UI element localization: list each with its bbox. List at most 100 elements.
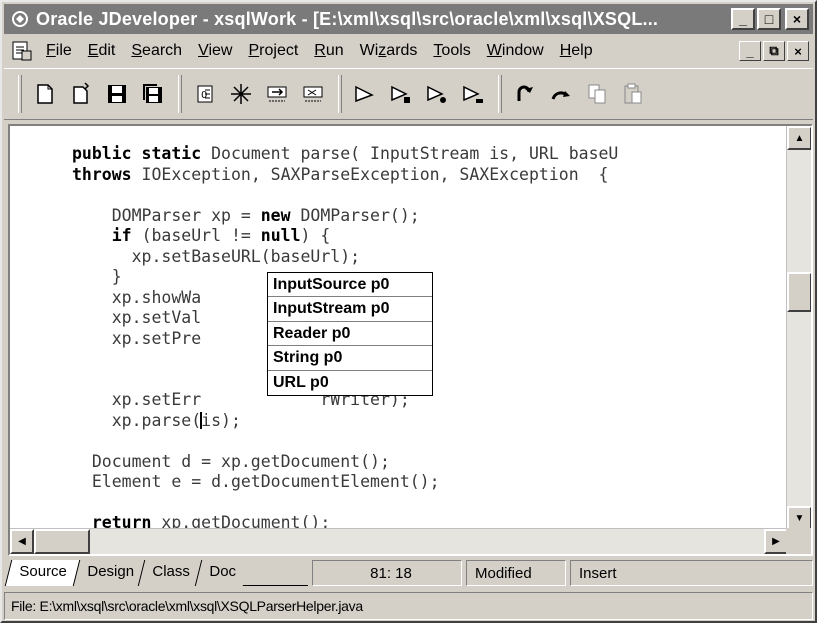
- wand-class-icon: [391, 85, 410, 103]
- insert-mode-status: Insert: [570, 560, 813, 586]
- arrow-down-icon: ▼: [794, 512, 805, 524]
- build-icon: [231, 84, 251, 104]
- document-restore-button[interactable]: ⧉: [763, 41, 785, 61]
- redo-button[interactable]: [544, 77, 578, 111]
- vertical-scroll-thumb[interactable]: [787, 272, 811, 312]
- autocomplete-option[interactable]: URL p0: [268, 371, 432, 395]
- code-line[interactable]: throws IOException, SAXParseException, S…: [72, 165, 788, 186]
- toolbar-grip[interactable]: [338, 75, 342, 113]
- menu-wizards[interactable]: Wizards: [352, 40, 426, 62]
- cursor-position: 81: 18: [312, 560, 462, 586]
- arrow-right-icon: ▶: [772, 536, 780, 547]
- code-editor[interactable]: public static Document parse( InputStrea…: [8, 124, 813, 556]
- code-line[interactable]: [72, 185, 788, 206]
- new-file-button[interactable]: [28, 77, 62, 111]
- debug-step-button[interactable]: [260, 77, 294, 111]
- code-line[interactable]: xp.setBaseURL(baseUrl);: [72, 247, 788, 268]
- undo-icon: [517, 85, 533, 101]
- menu-help[interactable]: Help: [552, 40, 601, 62]
- ide-window: Oracle JDeveloper - xsqlWork - [E:\xml\x…: [0, 0, 817, 623]
- menu-bar: File Edit Search View Project Run Wizards Tools…: [4, 36, 813, 66]
- editor-tabs: Source Design Class Doc: [4, 560, 308, 586]
- code-line[interactable]: xp.parse(is);: [72, 411, 788, 432]
- toolbar-grip[interactable]: [18, 75, 22, 113]
- tab-source[interactable]: Source: [4, 560, 81, 586]
- menu-view[interactable]: View: [190, 40, 240, 62]
- menu-tools[interactable]: Tools: [425, 40, 478, 62]
- save-button[interactable]: [100, 77, 134, 111]
- file-path-bar: File: E:\xml\xsql\src\oracle\xml\xsql\XS…: [4, 592, 813, 620]
- menu-file[interactable]: File: [38, 40, 80, 62]
- autocomplete-option[interactable]: Reader p0: [268, 322, 432, 347]
- maximize-button[interactable]: □: [757, 8, 781, 30]
- text-caret: [200, 411, 203, 429]
- code-line[interactable]: Element e = d.getDocumentElement();: [72, 472, 788, 493]
- open-file-button[interactable]: [64, 77, 98, 111]
- scroll-left-button[interactable]: ◀: [10, 529, 34, 554]
- autocomplete-option[interactable]: InputStream p0: [268, 297, 432, 322]
- paste-icon: [624, 83, 642, 104]
- save-icon: [108, 85, 126, 103]
- document-close-button[interactable]: ×: [787, 41, 809, 61]
- wand-applet-icon: [427, 85, 446, 103]
- debug-run-icon: [303, 86, 323, 102]
- debug-run-button[interactable]: [296, 77, 330, 111]
- close-button[interactable]: ×: [785, 8, 809, 30]
- code-line[interactable]: Document d = xp.getDocument();: [72, 452, 788, 473]
- wizard-applet-button[interactable]: [420, 77, 454, 111]
- toolbar: 0: [4, 68, 813, 120]
- tab-doc[interactable]: Doc: [194, 560, 249, 586]
- wand-icon: [355, 85, 374, 103]
- horizontal-scroll-thumb[interactable]: [34, 529, 90, 554]
- autocomplete-option[interactable]: String p0: [268, 346, 432, 371]
- window-title: Oracle JDeveloper - xsqlWork - [E:\xml\x…: [36, 8, 659, 29]
- wand-bean-icon: [463, 85, 483, 103]
- copy-button[interactable]: [580, 77, 614, 111]
- menu-run[interactable]: Run: [306, 40, 351, 62]
- menu-edit[interactable]: Edit: [80, 40, 124, 62]
- undo-button[interactable]: [508, 77, 542, 111]
- autocomplete-option[interactable]: InputSource p0: [268, 273, 432, 298]
- menu-project[interactable]: Project: [240, 40, 306, 62]
- code-line[interactable]: [72, 431, 788, 452]
- svg-text:0: 0: [201, 90, 207, 101]
- autocomplete-popup[interactable]: InputSource p0 InputStream p0 Reader p0 Str…: [267, 272, 433, 396]
- code-line[interactable]: public static Document parse( InputStrea…: [72, 144, 788, 165]
- scroll-up-button[interactable]: ▲: [787, 126, 811, 150]
- paste-button[interactable]: [616, 77, 650, 111]
- jdeveloper-app-icon[interactable]: [8, 7, 32, 31]
- arrow-up-icon: ▲: [794, 132, 805, 144]
- wizard-bean-button[interactable]: [456, 77, 490, 111]
- toolbar-grip[interactable]: [498, 75, 502, 113]
- document-minimize-button[interactable]: _: [739, 41, 761, 61]
- save-all-icon: [143, 84, 162, 103]
- code-line[interactable]: DOMParser xp = new DOMParser();: [72, 206, 788, 227]
- arrow-left-icon: ◀: [18, 536, 26, 547]
- compile-icon: 0: [197, 85, 213, 103]
- tab-class[interactable]: Class: [137, 560, 203, 586]
- wizard-button[interactable]: [348, 77, 382, 111]
- document-icon[interactable]: [10, 40, 34, 62]
- save-all-button[interactable]: [136, 77, 170, 111]
- code-line[interactable]: if (baseUrl != null) {: [72, 226, 788, 247]
- toolbar-grip[interactable]: [178, 75, 182, 113]
- title-bar[interactable]: Oracle JDeveloper - xsqlWork - [E:\xml\x…: [4, 4, 813, 34]
- editor-tabs-status-row: Source Design Class Doc 81: 18 Modified Ins…: [4, 558, 813, 588]
- tab-design[interactable]: Design: [72, 560, 147, 586]
- open-file-icon: [73, 82, 90, 104]
- scroll-down-button[interactable]: ▼: [787, 506, 811, 530]
- vertical-scrollbar[interactable]: ▲ ▼: [786, 126, 811, 530]
- menu-window[interactable]: Window: [479, 40, 552, 62]
- redo-icon: [551, 91, 570, 100]
- build-button[interactable]: [224, 77, 258, 111]
- menu-search[interactable]: Search: [123, 40, 190, 62]
- copy-icon: [588, 84, 606, 104]
- scroll-right-button[interactable]: ▶: [764, 529, 788, 554]
- code-line[interactable]: [72, 493, 788, 514]
- debug-step-icon: [267, 86, 287, 102]
- new-file-icon: [37, 84, 53, 104]
- horizontal-scrollbar[interactable]: ◀ ▶: [10, 528, 788, 554]
- minimize-button[interactable]: _: [731, 8, 755, 30]
- wizard-class-button[interactable]: [384, 77, 418, 111]
- compile-button[interactable]: 0: [188, 77, 222, 111]
